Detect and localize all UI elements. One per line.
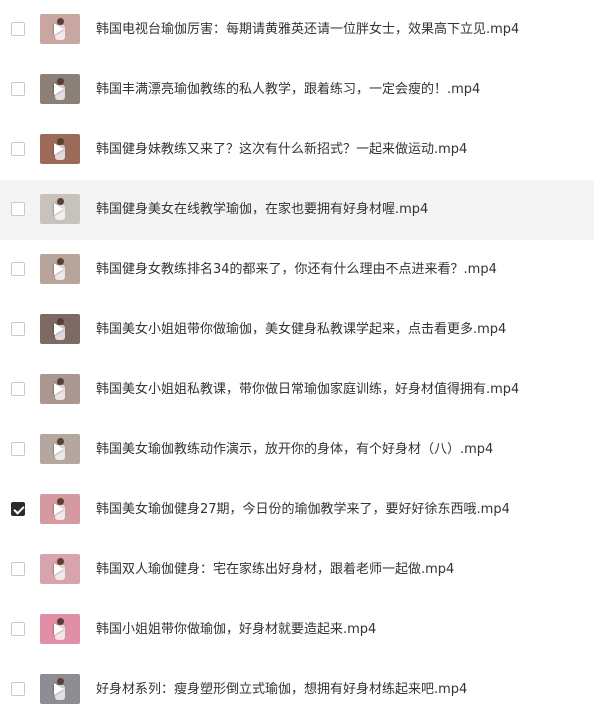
file-name[interactable]: 韩国美女瑜伽教练动作演示，放开你的身体，有个好身材（八）.mp4: [96, 441, 493, 459]
play-icon: [54, 323, 64, 335]
file-checkbox[interactable]: [11, 502, 25, 516]
play-icon: [54, 683, 64, 695]
video-thumbnail[interactable]: [40, 254, 80, 284]
file-name[interactable]: 韩国美女小姐姐私教课，带你做日常瑜伽家庭训练，好身材值得拥有.mp4: [96, 381, 519, 399]
file-checkbox[interactable]: [11, 682, 25, 696]
file-name[interactable]: 韩国健身妹教练又来了？这次有什么新招式？一起来做运动.mp4: [96, 141, 467, 159]
file-name[interactable]: 好身材系列：瘦身塑形倒立式瑜伽，想拥有好身材练起来吧.mp4: [96, 681, 467, 699]
video-thumbnail[interactable]: [40, 554, 80, 584]
file-row[interactable]: 韩国美女小姐姐私教课，带你做日常瑜伽家庭训练，好身材值得拥有.mp4: [0, 360, 594, 420]
file-row[interactable]: 韩国健身妹教练又来了？这次有什么新招式？一起来做运动.mp4: [0, 120, 594, 180]
play-icon: [54, 623, 64, 635]
play-icon: [54, 23, 64, 35]
file-checkbox[interactable]: [11, 442, 25, 456]
file-name[interactable]: 韩国电视台瑜伽厉害：每期请黄雅英还请一位胖女士，效果高下立见.mp4: [96, 21, 519, 39]
file-checkbox[interactable]: [11, 262, 25, 276]
video-thumbnail[interactable]: [40, 74, 80, 104]
video-thumbnail[interactable]: [40, 434, 80, 464]
file-row[interactable]: 韩国小姐姐带你做瑜伽，好身材就要造起来.mp4: [0, 600, 594, 660]
file-name[interactable]: 韩国美女瑜伽健身27期，今日份的瑜伽教学来了，要好好徐东西哦.mp4: [96, 501, 510, 519]
file-name[interactable]: 韩国美女小姐姐带你做瑜伽，美女健身私教课学起来，点击看更多.mp4: [96, 321, 506, 339]
file-name[interactable]: 韩国健身女教练排名34的都来了，你还有什么理由不点进来看？.mp4: [96, 261, 497, 279]
file-row[interactable]: 韩国美女瑜伽教练动作演示，放开你的身体，有个好身材（八）.mp4: [0, 420, 594, 480]
play-icon: [54, 83, 64, 95]
video-thumbnail[interactable]: [40, 314, 80, 344]
video-thumbnail[interactable]: [40, 614, 80, 644]
video-thumbnail[interactable]: [40, 14, 80, 44]
video-thumbnail[interactable]: [40, 374, 80, 404]
video-thumbnail[interactable]: [40, 494, 80, 524]
file-row[interactable]: 好身材系列：瘦身塑形倒立式瑜伽，想拥有好身材练起来吧.mp4: [0, 660, 594, 718]
file-row[interactable]: 韩国丰满漂亮瑜伽教练的私人教学，跟着练习，一定会瘦的！.mp4: [0, 60, 594, 120]
file-list: 韩国电视台瑜伽厉害：每期请黄雅英还请一位胖女士，效果高下立见.mp4 韩国丰满漂…: [0, 0, 594, 718]
file-checkbox[interactable]: [11, 202, 25, 216]
play-icon: [54, 443, 64, 455]
file-row[interactable]: 韩国健身女教练排名34的都来了，你还有什么理由不点进来看？.mp4: [0, 240, 594, 300]
play-icon: [54, 563, 64, 575]
play-icon: [54, 263, 64, 275]
file-row[interactable]: 韩国双人瑜伽健身：宅在家练出好身材，跟着老师一起做.mp4: [0, 540, 594, 600]
play-icon: [54, 383, 64, 395]
file-checkbox[interactable]: [11, 22, 25, 36]
video-thumbnail[interactable]: [40, 194, 80, 224]
file-row[interactable]: 韩国美女瑜伽健身27期，今日份的瑜伽教学来了，要好好徐东西哦.mp4: [0, 480, 594, 540]
file-name[interactable]: 韩国健身美女在线教学瑜伽，在家也要拥有好身材喔.mp4: [96, 201, 428, 219]
file-checkbox[interactable]: [11, 562, 25, 576]
file-name[interactable]: 韩国双人瑜伽健身：宅在家练出好身材，跟着老师一起做.mp4: [96, 561, 454, 579]
play-icon: [54, 503, 64, 515]
file-name[interactable]: 韩国小姐姐带你做瑜伽，好身材就要造起来.mp4: [96, 621, 376, 639]
file-row[interactable]: 韩国电视台瑜伽厉害：每期请黄雅英还请一位胖女士，效果高下立见.mp4: [0, 0, 594, 60]
file-checkbox[interactable]: [11, 622, 25, 636]
file-checkbox[interactable]: [11, 82, 25, 96]
file-checkbox[interactable]: [11, 382, 25, 396]
file-checkbox[interactable]: [11, 322, 25, 336]
play-icon: [54, 203, 64, 215]
file-row[interactable]: 韩国健身美女在线教学瑜伽，在家也要拥有好身材喔.mp4: [0, 180, 594, 240]
video-thumbnail[interactable]: [40, 134, 80, 164]
video-thumbnail[interactable]: [40, 674, 80, 704]
file-name[interactable]: 韩国丰满漂亮瑜伽教练的私人教学，跟着练习，一定会瘦的！.mp4: [96, 81, 480, 99]
play-icon: [54, 143, 64, 155]
file-row[interactable]: 韩国美女小姐姐带你做瑜伽，美女健身私教课学起来，点击看更多.mp4: [0, 300, 594, 360]
file-checkbox[interactable]: [11, 142, 25, 156]
